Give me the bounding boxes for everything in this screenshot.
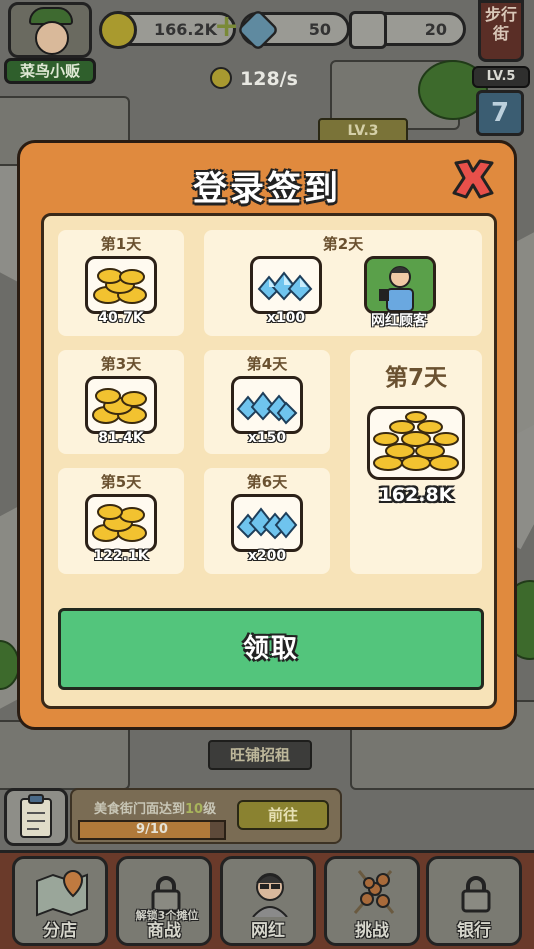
nav-label: 网红 <box>251 921 285 941</box>
task-text-before: 美食街门面达到 <box>94 802 186 817</box>
day-label: 第5天 <box>100 473 142 491</box>
day-label: 第7天 <box>384 365 447 391</box>
rewards-panel: 第1天 40.7K 第2天 x100 网红顾客 第3天 81.4K 第4天 x1… <box>41 213 497 709</box>
nav-challenge[interactable]: 挑战 <box>324 856 420 946</box>
close-icon <box>452 159 494 199</box>
lock-icon <box>461 876 491 913</box>
map-pin-icon <box>36 869 88 917</box>
nav-label: 分店 <box>43 921 77 941</box>
signin-dialog: 登录签到 第1天 40.7K 第2天 x100 网红顾客 第3天 81.4K 第… <box>17 140 517 730</box>
gem-pile-icon <box>231 494 303 552</box>
day-label: 第4天 <box>246 355 288 373</box>
day-card-2[interactable]: 第2天 x100 网红顾客 <box>204 230 482 336</box>
calendar-icon[interactable]: 7 <box>476 90 524 136</box>
reward-quantity: 网红顾客 <box>371 313 427 329</box>
calendar-day: 7 <box>490 98 510 128</box>
reward-quantity: 122.1K <box>93 548 149 564</box>
nav-label: 银行 <box>457 921 491 941</box>
nav-branch-store[interactable]: 分店 <box>12 856 108 946</box>
dialog-title: 登录签到 <box>193 169 341 209</box>
task-progress-bar: 9/10 <box>78 820 226 840</box>
gem-counter: 50 <box>236 8 350 52</box>
day-card-7[interactable]: 第7天 162.8K <box>350 350 482 574</box>
go-button[interactable]: 前往 <box>237 800 329 830</box>
coin-value: 166.2K <box>153 20 217 39</box>
task-text-after: 级 <box>203 802 217 817</box>
gem-value: 50 <box>308 20 331 39</box>
street-label: 步行街 <box>484 5 517 43</box>
shop-for-rent-sign: 旺铺招租 <box>208 740 312 770</box>
add-currency-icon[interactable]: + <box>214 12 239 42</box>
coin-stack-icon <box>85 494 157 552</box>
day-label: 第1天 <box>100 235 142 253</box>
street-switch-button[interactable]: 步行街 <box>478 0 524 62</box>
nav-influencer[interactable]: 网红 <box>220 856 316 946</box>
day-card-5[interactable]: 第5天 122.1K <box>58 468 184 574</box>
day-label: 第3天 <box>100 355 142 373</box>
influencer-icon <box>252 873 288 917</box>
nav-business-war[interactable]: 解锁3个摊位 商战 <box>116 856 212 946</box>
day-label: 第2天 <box>322 235 364 253</box>
day-label: 第6天 <box>246 473 288 491</box>
close-button[interactable] <box>448 157 498 201</box>
task-progress-text: 9/10 <box>136 822 168 837</box>
thumbs-up-icon <box>349 11 387 49</box>
gem-pile-icon <box>250 256 322 314</box>
gem-pile-icon <box>231 376 303 434</box>
nav-label: 挑战 <box>355 921 389 941</box>
reward-quantity: x200 <box>247 548 287 564</box>
street-level: LV.5 <box>472 66 530 88</box>
reward-quantity: 81.4K <box>98 430 144 446</box>
skewer-icon <box>353 870 395 914</box>
reward-quantity: x150 <box>247 430 287 446</box>
coin-icon <box>210 67 232 89</box>
clipboard-icon[interactable] <box>4 788 68 846</box>
building <box>0 720 130 790</box>
income-rate-value: 128/s <box>240 68 298 90</box>
player-name: 菜鸟小贩 <box>4 58 96 84</box>
like-value: 20 <box>424 20 447 39</box>
coin-stack-icon <box>85 256 157 314</box>
task-description: 美食街门面达到10级 <box>94 798 216 817</box>
day-card-4[interactable]: 第4天 x150 <box>204 350 330 454</box>
reward-quantity: 162.8K <box>378 484 454 506</box>
nav-bank[interactable]: 银行 <box>426 856 522 946</box>
player-avatar[interactable] <box>8 2 92 58</box>
income-rate: 128/s <box>210 66 298 92</box>
day-card-6[interactable]: 第6天 x200 <box>204 468 330 574</box>
influencer-customer-icon <box>364 256 436 314</box>
claim-button[interactable]: 领取 <box>58 608 484 690</box>
face-icon <box>35 21 69 55</box>
coin-stack-icon <box>85 376 157 434</box>
nav-label: 商战 <box>147 921 181 941</box>
like-counter: 20 <box>349 11 466 49</box>
task-target-value: 10 <box>185 802 204 817</box>
big-coin-pile-icon <box>367 406 465 480</box>
coin-icon <box>99 11 137 49</box>
day-card-3[interactable]: 第3天 81.4K <box>58 350 184 454</box>
